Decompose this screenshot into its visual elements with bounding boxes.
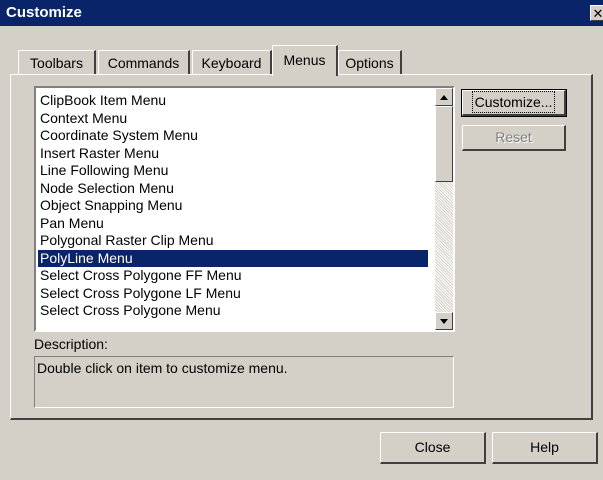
list-item[interactable]: Context Menu (38, 110, 428, 128)
vertical-scrollbar[interactable] (435, 88, 453, 330)
scroll-up-button[interactable] (435, 88, 453, 106)
list-item[interactable]: Coordinate System Menu (38, 127, 428, 145)
list-item[interactable]: Insert Raster Menu (38, 145, 428, 163)
list-item[interactable]: Line Following Menu (38, 162, 428, 180)
arrow-down-icon (440, 319, 448, 324)
title-bar[interactable]: Customize (0, 0, 603, 26)
list-item[interactable]: Object Snapping Menu (38, 197, 428, 215)
description-box: Double click on item to customize menu. (34, 356, 454, 408)
tab-options[interactable]: Options (338, 50, 402, 74)
scroll-down-button[interactable] (435, 312, 453, 330)
tab-commands[interactable]: Commands (98, 50, 190, 74)
description-label: Description: (34, 336, 108, 352)
reset-button[interactable]: Reset (462, 125, 566, 151)
window-title: Customize (6, 4, 82, 21)
close-icon: ✕ (592, 6, 603, 21)
help-button[interactable]: Help (492, 432, 598, 464)
menu-list-items: ClipBook Item Menu Context Menu Coordinate… (38, 92, 428, 320)
list-item[interactable]: PolyLine Menu (38, 249, 428, 267)
scroll-thumb[interactable] (435, 106, 453, 182)
tab-keyboard[interactable]: Keyboard (192, 50, 272, 74)
list-item[interactable]: Polygonal Raster Clip Menu (38, 232, 428, 250)
list-item[interactable]: Select Cross Polygone LF Menu (38, 285, 428, 303)
description-text: Double click on item to customize menu. (37, 360, 288, 376)
list-item[interactable]: Pan Menu (38, 215, 428, 233)
list-item[interactable]: Select Cross Polygone Menu (38, 302, 428, 320)
close-window-button[interactable]: ✕ (590, 5, 603, 21)
list-item[interactable]: ClipBook Item Menu (38, 92, 428, 110)
close-button[interactable]: Close (380, 432, 486, 464)
tab-menus[interactable]: Menus (272, 45, 338, 76)
list-item[interactable]: Select Cross Polygone FF Menu (38, 267, 428, 285)
arrow-up-icon (440, 95, 448, 100)
list-item[interactable]: Node Selection Menu (38, 180, 428, 198)
customize-button-label: Customize... (471, 91, 556, 113)
tab-toolbars[interactable]: Toolbars (18, 50, 96, 74)
customize-button[interactable]: Customize... (461, 89, 567, 117)
menu-list[interactable]: ClipBook Item Menu Context Menu Coordinate… (34, 86, 455, 332)
